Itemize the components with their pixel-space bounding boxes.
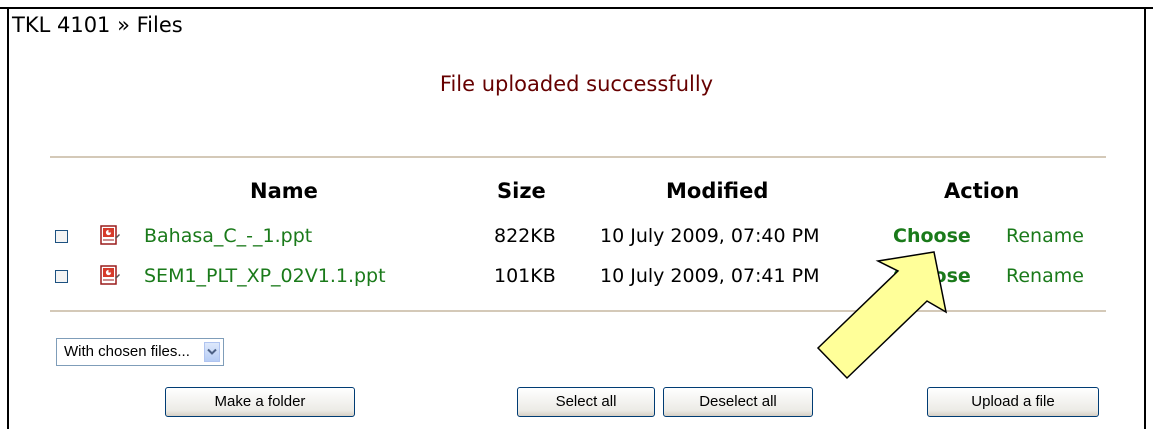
breadcrumb: TKL 4101 » Files: [12, 13, 183, 37]
file-size: 822KB: [494, 225, 556, 247]
choose-link[interactable]: Choose: [893, 223, 971, 249]
divider-bottom: [50, 310, 1106, 312]
select-value: With chosen files...: [64, 343, 190, 360]
make-folder-button[interactable]: Make a folder: [165, 387, 355, 417]
table-row: Bahasa_C_-_1.ppt 822KB 10 July 2009, 07:…: [0, 222, 1153, 252]
file-size: 101KB: [494, 265, 556, 287]
divider-top: [50, 156, 1106, 158]
chevron-down-icon: [207, 348, 217, 355]
dropdown-button[interactable]: [204, 342, 220, 362]
file-modified: 10 July 2009, 07:40 PM: [600, 225, 820, 247]
column-header-action: Action: [944, 179, 1020, 203]
column-header-name: Name: [250, 179, 318, 203]
column-header-modified: Modified: [666, 179, 769, 203]
ppt-file-icon: [100, 265, 120, 285]
file-checkbox[interactable]: [55, 270, 68, 283]
select-all-button[interactable]: Select all: [517, 387, 655, 417]
upload-success-notice: File uploaded successfully: [439, 72, 714, 96]
table-row: SEM1_PLT_XP_02V1.1.ppt 101KB 10 July 200…: [0, 262, 1153, 292]
ppt-file-icon: [100, 225, 120, 245]
file-checkbox[interactable]: [55, 230, 68, 243]
rename-link[interactable]: Rename: [1006, 223, 1084, 249]
upload-file-button[interactable]: Upload a file: [927, 387, 1099, 417]
frame-top-border: [0, 7, 1153, 9]
with-chosen-files-select[interactable]: With chosen files...: [56, 338, 224, 366]
choose-link[interactable]: Choose: [893, 263, 971, 289]
deselect-all-button[interactable]: Deselect all: [663, 387, 813, 417]
file-name-link[interactable]: Bahasa_C_-_1.ppt: [144, 223, 312, 249]
file-modified: 10 July 2009, 07:41 PM: [600, 265, 820, 287]
column-header-size: Size: [497, 179, 546, 203]
rename-link[interactable]: Rename: [1006, 263, 1084, 289]
file-name-link[interactable]: SEM1_PLT_XP_02V1.1.ppt: [144, 263, 386, 289]
